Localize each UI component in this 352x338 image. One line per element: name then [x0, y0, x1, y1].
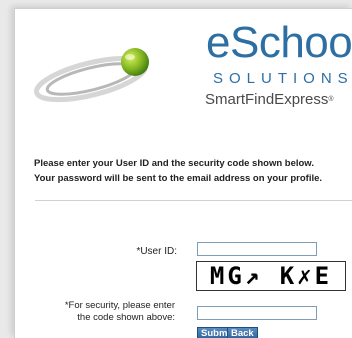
userid-input[interactable]	[197, 242, 317, 256]
instructions-line-2: Your password will be sent to the email …	[34, 173, 323, 184]
userid-label: *User ID:	[136, 246, 177, 257]
trademark-symbol: ®	[328, 96, 334, 103]
logo-brand-name: eSchool	[206, 18, 352, 67]
divider	[35, 200, 352, 201]
security-code-label: *For security, please enter the code sho…	[65, 300, 175, 324]
eschool-logo: eSchool SOLUTIONS SmartFindExpress®	[15, 9, 352, 119]
logo-product-name: SmartFindExpress®	[205, 92, 334, 108]
security-label-line-1: *For security, please enter	[64, 300, 175, 311]
captcha-image: MG↗ K✗E	[196, 261, 346, 291]
login-panel: eSchool SOLUTIONS SmartFindExpress® Plea…	[14, 8, 352, 338]
logo-tagline: SOLUTIONS	[213, 70, 352, 87]
product-name-text: SmartFindExpress	[205, 91, 329, 108]
instructions: Please enter your User ID and the securi…	[34, 156, 352, 186]
instructions-line-1: Please enter your User ID and the securi…	[34, 158, 314, 169]
security-code-input[interactable]	[197, 306, 317, 320]
security-label-line-2: the code shown above:	[77, 312, 175, 323]
back-button[interactable]: Back	[227, 327, 258, 338]
logo-swoosh-icon	[34, 48, 149, 103]
